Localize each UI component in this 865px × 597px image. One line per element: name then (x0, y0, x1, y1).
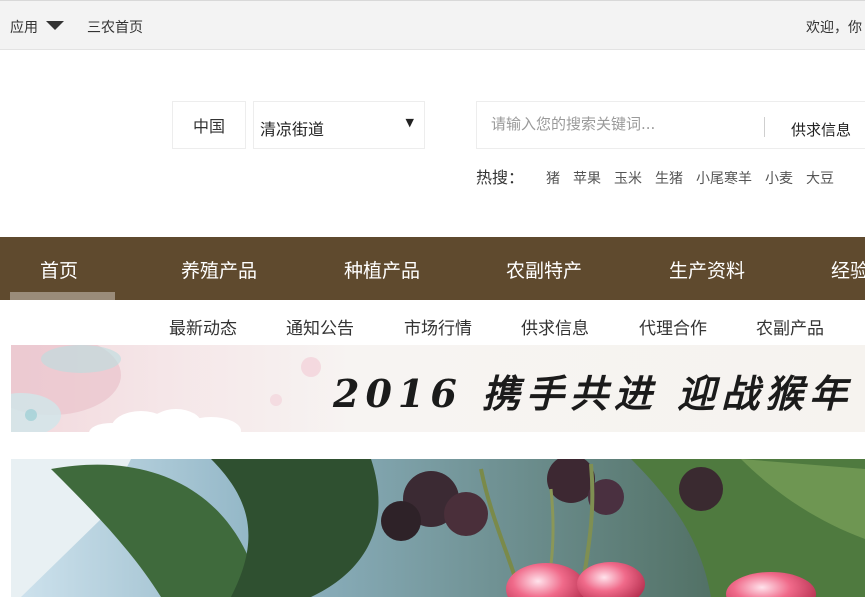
nav-item-specialties[interactable]: 农副特产 (506, 256, 582, 283)
hot-search-item[interactable]: 生猪 (655, 168, 683, 188)
caret-down-icon (46, 20, 64, 30)
main-nav: 首页 养殖产品 种植产品 农副特产 生产资料 经验 (0, 237, 865, 300)
hot-search-item[interactable]: 玉米 (614, 168, 642, 188)
district-selected-value: 清凉街道 (260, 120, 325, 139)
country-selector[interactable]: 中国 (172, 101, 246, 149)
dropdown-arrow-icon: ▼ (405, 116, 414, 129)
subnav-item-market[interactable]: 市场行情 (404, 314, 472, 339)
promo-banner[interactable]: 2016 携手共进 迎战猴年 (11, 345, 865, 432)
nav-active-indicator (10, 292, 115, 300)
home-link[interactable]: 三农首页 (87, 17, 143, 37)
hot-search: 热搜： 猪 苹果 玉米 生猪 小尾寒羊 小麦 大豆 (476, 164, 847, 188)
subnav-item-notices[interactable]: 通知公告 (286, 314, 354, 339)
hot-search-label: 热搜： (476, 168, 525, 187)
nav-item-home[interactable]: 首页 (40, 256, 78, 283)
nav-item-supplies[interactable]: 生产资料 (669, 256, 745, 283)
country-label: 中国 (192, 117, 225, 136)
apps-menu-label: 应用 (10, 20, 38, 36)
search-category-dropdown[interactable]: 供求信息 (791, 119, 851, 140)
nav-item-planting[interactable]: 种植产品 (344, 256, 420, 283)
hot-search-item[interactable]: 猪 (546, 168, 560, 188)
welcome-text: 欢迎，你 (806, 20, 862, 36)
search-box: 供求信息 (476, 101, 865, 149)
hot-search-item[interactable]: 小尾寒羊 (696, 168, 752, 188)
nav-item-experience[interactable]: 经验 (831, 256, 865, 283)
hero-image[interactable] (11, 459, 865, 597)
apps-menu[interactable]: 应用 (10, 17, 64, 37)
nav-item-breeding[interactable]: 养殖产品 (181, 256, 257, 283)
subnav-item-supply[interactable]: 供求信息 (521, 314, 589, 339)
banner-text: 2016 携手共进 迎战猴年 (333, 371, 854, 416)
search-input[interactable] (491, 115, 751, 133)
subnav-item-latest[interactable]: 最新动态 (169, 314, 237, 339)
subnav-item-products[interactable]: 农副产品 (756, 314, 824, 339)
hot-search-item[interactable]: 苹果 (573, 168, 601, 188)
hot-search-item[interactable]: 大豆 (806, 168, 834, 188)
search-divider (764, 117, 765, 137)
hot-search-item[interactable]: 小麦 (765, 168, 793, 188)
top-bar: 应用 三农首页 欢迎，你 (0, 0, 865, 50)
cherry-photo (11, 459, 865, 597)
district-select[interactable]: 清凉街道 ▼ (253, 101, 425, 149)
subnav-item-agency[interactable]: 代理合作 (639, 314, 707, 339)
